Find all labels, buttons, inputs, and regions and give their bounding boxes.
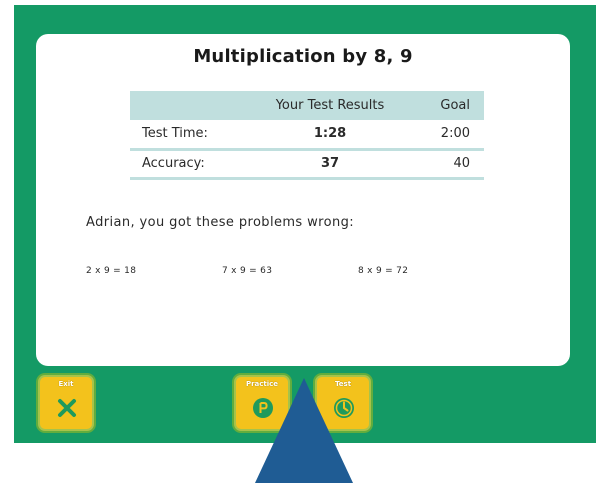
row-result: 37 (320, 156, 340, 171)
header-your-results: Your Test Results (275, 98, 385, 113)
row-goal: 40 (453, 156, 470, 171)
results-table: Your Test Results Goal Test Time: 1:28 2… (130, 91, 484, 180)
page-title: Multiplication by 8, 9 (193, 46, 413, 67)
exit-button-label: Exit (58, 380, 74, 388)
close-x-icon (58, 399, 76, 417)
header-goal: Goal (440, 98, 470, 113)
exit-button[interactable]: Exit (38, 375, 94, 431)
row-goal: 2:00 (440, 126, 470, 142)
header-label (130, 91, 242, 120)
table-header-row: Your Test Results Goal (130, 91, 484, 120)
wrong-problem: 2 x 9 = 18 (86, 266, 137, 276)
table-row: Accuracy: 37 40 (130, 149, 484, 178)
wrong-problems-message: Adrian, you got these problems wrong: (86, 215, 355, 230)
row-label: Test Time: (142, 126, 208, 142)
row-label: Accuracy: (142, 156, 205, 171)
row-result: 1:28 (313, 126, 347, 142)
wrong-problem: 7 x 9 = 63 (222, 266, 273, 276)
pointer-arrow (255, 378, 353, 483)
table-row: Test Time: 1:28 2:00 (130, 120, 484, 149)
wrong-problem: 8 x 9 = 72 (358, 266, 409, 276)
results-panel: Multiplication by 8, 9 Your Test Results… (36, 34, 570, 366)
